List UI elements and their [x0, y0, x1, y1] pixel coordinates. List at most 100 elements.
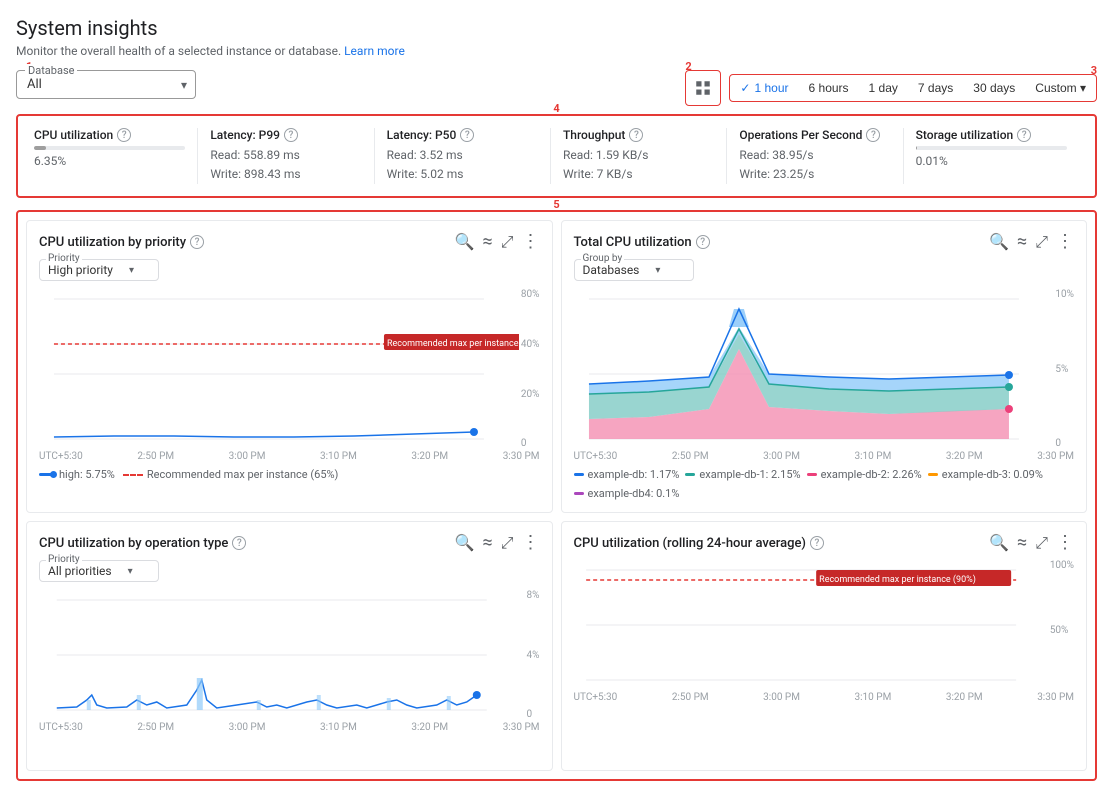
latency-p50-values: Read: 3.52 msWrite: 5.02 ms: [387, 146, 538, 184]
chart1-more-icon[interactable]: ⋮: [522, 233, 540, 251]
chart1-y-80: 80%: [521, 289, 540, 300]
chart4-y-100: 100%: [1050, 560, 1074, 571]
chart2-more-icon[interactable]: ⋮: [1056, 233, 1074, 251]
metric-cpu-utilization: CPU utilization ? 6.35%: [34, 128, 198, 184]
ops-help-icon[interactable]: ?: [866, 128, 880, 142]
chart3-priority-select[interactable]: Priority All priorities ▾: [39, 560, 159, 582]
chart4-svg-wrap: Recommended max per instance (90%) 100% …: [574, 560, 1075, 703]
metric-throughput: Throughput ? Read: 1.59 KB/sWrite: 7 KB/…: [551, 128, 727, 184]
chart2-svg: [574, 289, 1054, 449]
chart1-help-icon[interactable]: ?: [190, 235, 204, 249]
svg-text:Recommended max per instance (: Recommended max per instance (90%): [819, 574, 976, 585]
chart3-x-labels: UTC+5:30 2:50 PM 3:00 PM 3:10 PM 3:20 PM…: [39, 722, 540, 733]
grid-icon: [694, 79, 712, 97]
database-label: Database: [25, 64, 77, 77]
cpu-help-icon[interactable]: ?: [117, 128, 131, 142]
chart1-svg-wrap: Recommended max per instance (65%) 80% 4…: [39, 289, 540, 462]
chart1-title: CPU utilization by priority: [39, 235, 186, 250]
chart2-y-0: 0: [1055, 438, 1074, 449]
legend2-db1: example-db-1: 2.15%: [699, 468, 800, 481]
chart3-compare-icon[interactable]: ≈: [483, 534, 493, 552]
chart1-x-labels: UTC+5:30 2:50 PM 3:00 PM 3:10 PM 3:20 PM…: [39, 451, 540, 462]
chart2-expand-icon[interactable]: ⤢: [1035, 234, 1048, 250]
latency-p99-title: Latency: P99: [210, 128, 280, 142]
throughput-help-icon[interactable]: ?: [629, 128, 643, 142]
chart4-x-labels: UTC+5:30 2:50 PM 3:00 PM 3:10 PM 3:20 PM…: [574, 692, 1075, 703]
chart4-compare-icon[interactable]: ≈: [1017, 534, 1027, 552]
right-controls: 2 3 1 hour 6 hours 1 day 7 days 30 days …: [685, 70, 1097, 106]
chart1-zoom-icon[interactable]: 🔍: [455, 234, 475, 250]
metric-latency-p50: Latency: P50 ? Read: 3.52 msWrite: 5.02 …: [375, 128, 551, 184]
time-7days-button[interactable]: 7 days: [908, 75, 963, 101]
legend2-db: example-db: 1.17%: [588, 468, 680, 481]
metric-storage-utilization: Storage utilization ? 0.01%: [904, 128, 1079, 184]
grid-view-button[interactable]: [685, 70, 721, 106]
chart2-zoom-icon[interactable]: 🔍: [989, 234, 1009, 250]
chart4-svg: Recommended max per instance (90%): [574, 560, 1048, 690]
chart2-y-5: 5%: [1055, 364, 1074, 375]
chart3-svg: [39, 590, 525, 720]
cpu-bar-fill: [34, 146, 46, 150]
storage-help-icon[interactable]: ?: [1017, 128, 1031, 142]
chart1-y-0: 0: [521, 438, 540, 449]
chart1-compare-icon[interactable]: ≈: [483, 233, 493, 251]
legend1-high: high: 5.75%: [59, 468, 115, 481]
chart3-zoom-icon[interactable]: 🔍: [455, 535, 475, 551]
chart4-y-50: 50%: [1050, 625, 1074, 636]
chart2-groupby-select[interactable]: Group by Databases ▾: [574, 259, 694, 281]
throughput-title: Throughput: [563, 128, 625, 142]
time-1hour-button[interactable]: 1 hour: [730, 75, 798, 101]
cpu-value: 6.35%: [34, 154, 185, 168]
chart3-select-chevron: ▾: [128, 566, 133, 577]
chart1-legend: high: 5.75% Recommended max per instance…: [39, 468, 540, 481]
metrics-bar: CPU utilization ? 6.35% Latency: P99 ? R…: [16, 114, 1097, 198]
time-6hours-button[interactable]: 6 hours: [799, 75, 859, 101]
chart3-title: CPU utilization by operation type: [39, 536, 228, 551]
storage-title: Storage utilization: [916, 128, 1014, 142]
latency-p50-title: Latency: P50: [387, 128, 457, 142]
chart1-priority-select[interactable]: Priority High priority ▾: [39, 259, 159, 281]
chart2-svg-wrap: 10% 5% 0 UTC+5:30 2:50 PM 3:00 PM 3:10 P…: [574, 289, 1075, 462]
storage-value: 0.01%: [916, 154, 1067, 168]
legend1-recommended: Recommended max per instance (65%): [147, 468, 339, 481]
database-select[interactable]: Database All ▾: [16, 70, 196, 99]
chart2-title: Total CPU utilization: [574, 235, 692, 250]
time-1day-button[interactable]: 1 day: [859, 75, 908, 101]
chart2-compare-icon[interactable]: ≈: [1017, 233, 1027, 251]
storage-bar-fill: [916, 146, 918, 150]
cpu-bar-track: [34, 146, 185, 150]
metric-cpu-title: CPU utilization: [34, 128, 113, 142]
chart4-zoom-icon[interactable]: 🔍: [989, 535, 1009, 551]
chart4-expand-icon[interactable]: ⤢: [1035, 535, 1048, 551]
ops-title: Operations Per Second: [739, 128, 862, 142]
chart3-expand-icon[interactable]: ⤢: [501, 535, 514, 551]
chart4-help-icon[interactable]: ?: [810, 536, 824, 550]
chart1-expand-icon[interactable]: ⤢: [501, 234, 514, 250]
throughput-values: Read: 1.59 KB/sWrite: 7 KB/s: [563, 146, 714, 184]
chart3-help-icon[interactable]: ?: [232, 536, 246, 550]
chart3-more-icon[interactable]: ⋮: [522, 534, 540, 552]
chart3-y-0: 0: [527, 709, 540, 720]
chart3-y-4: 4%: [527, 650, 540, 661]
chart1-select-chevron: ▾: [129, 265, 134, 276]
time-30days-button[interactable]: 30 days: [963, 75, 1025, 101]
page-title: System insights: [16, 16, 1097, 40]
metric-ops-per-second: Operations Per Second ? Read: 38.95/sWri…: [727, 128, 903, 184]
latency-p50-help-icon[interactable]: ?: [460, 128, 474, 142]
chart4-more-icon[interactable]: ⋮: [1056, 534, 1074, 552]
chart2-x-labels: UTC+5:30 2:50 PM 3:00 PM 3:10 PM 3:20 PM…: [574, 451, 1075, 462]
learn-more-link[interactable]: Learn more: [344, 44, 405, 58]
time-range-bar: 1 hour 6 hours 1 day 7 days 30 days Cust…: [729, 74, 1097, 102]
chart-cpu-rolling-avg: CPU utilization (rolling 24-hour average…: [561, 521, 1088, 771]
legend2-db3: example-db-3: 0.09%: [942, 468, 1043, 481]
chevron-down-icon: ▾: [181, 78, 187, 92]
latency-p99-help-icon[interactable]: ?: [284, 128, 298, 142]
legend2-db2: example-db-2: 2.26%: [821, 468, 922, 481]
chart2-help-icon[interactable]: ?: [696, 235, 710, 249]
chart-total-cpu: Total CPU utilization ? 🔍 ≈ ⤢ ⋮ Group by…: [561, 220, 1088, 513]
chart-cpu-by-op-type: CPU utilization by operation type ? 🔍 ≈ …: [26, 521, 553, 771]
chart1-y-40: 40%: [521, 339, 540, 350]
chart3-svg-wrap: 8% 4% 0 UTC+5:30 2:50 PM 3:00 PM 3:10 PM…: [39, 590, 540, 733]
time-custom-button[interactable]: Custom ▾: [1025, 75, 1096, 101]
charts-grid: CPU utilization by priority ? 🔍 ≈ ⤢ ⋮ Pr…: [26, 220, 1087, 771]
